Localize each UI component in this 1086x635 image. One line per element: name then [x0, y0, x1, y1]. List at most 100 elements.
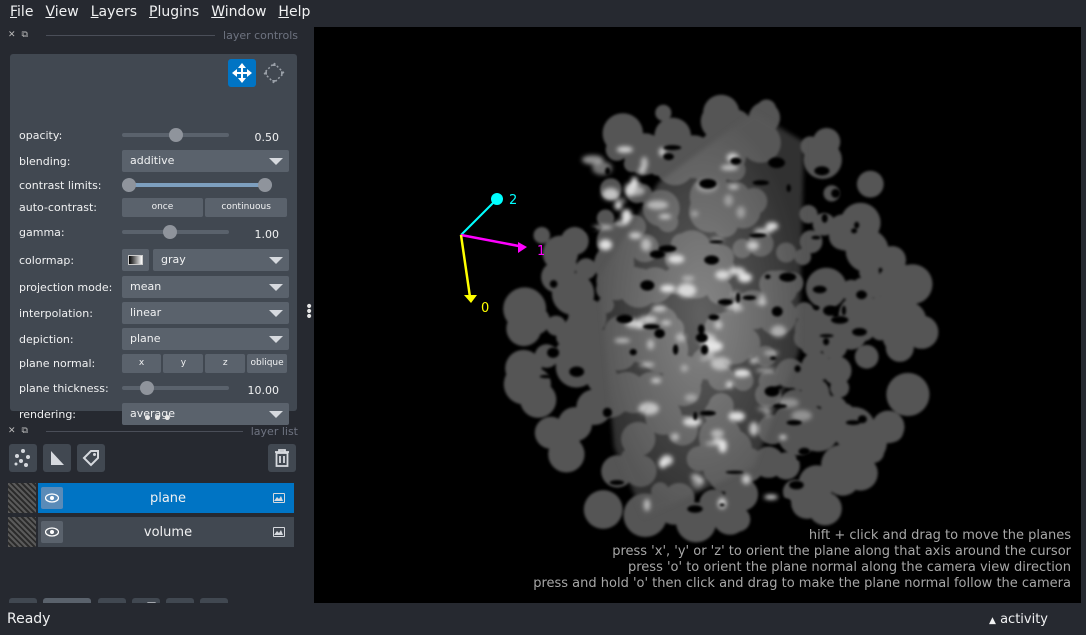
projection-mode-select[interactable]: mean	[122, 276, 289, 298]
bright-spot	[643, 498, 651, 511]
visibility-toggle[interactable]	[41, 521, 63, 543]
bright-spot	[670, 433, 680, 441]
plane-normal-oblique-button[interactable]: oblique	[247, 353, 287, 373]
gamma-slider-handle[interactable]	[163, 225, 178, 239]
bright-spot	[728, 267, 746, 276]
bright-spot	[736, 206, 746, 219]
cell-blob	[552, 429, 580, 458]
gradient-swatch-icon	[128, 255, 143, 265]
interpolation-select[interactable]: linear	[122, 302, 289, 324]
plane-thickness-slider[interactable]	[122, 377, 229, 399]
layer-item-volume[interactable]: volume	[8, 517, 294, 547]
gamma-slider[interactable]	[122, 221, 229, 243]
cell-blob	[886, 372, 930, 417]
new-points-layer-button[interactable]	[9, 444, 37, 472]
contrast-limits-row: contrast limits:	[19, 174, 289, 196]
projection-mode-row: projection mode: mean	[19, 276, 289, 298]
gap	[719, 503, 725, 507]
bright-spot	[696, 478, 704, 483]
menu-view[interactable]: View	[39, 4, 84, 20]
colormap-row: colormap: gray	[19, 249, 289, 271]
bright-spot	[749, 422, 759, 436]
depiction-row: depiction: plane	[19, 328, 289, 350]
colormap-preview[interactable]	[122, 249, 149, 271]
z-axis-label: 2	[509, 193, 517, 208]
cell-blob	[830, 378, 850, 398]
float-dock-icon[interactable]: ⧉	[22, 426, 28, 436]
colormap-select[interactable]: gray	[153, 249, 289, 271]
gap	[649, 250, 665, 259]
menu-file[interactable]: File	[4, 4, 39, 20]
cell-blob	[583, 490, 623, 529]
gap	[654, 328, 665, 339]
auto-contrast-once-button[interactable]: once	[121, 197, 204, 217]
delete-layer-button[interactable]	[268, 444, 296, 472]
bright-spot	[660, 320, 672, 326]
plane-normal-z-button[interactable]: z	[205, 353, 246, 373]
bright-spot	[638, 315, 658, 324]
left-dock: ✕ ⧉ layer controls opacity: 0.50 blending…	[0, 27, 306, 626]
menu-layers[interactable]: Layers	[85, 4, 143, 20]
new-labels-layer-button[interactable]	[77, 444, 105, 472]
bright-spot	[741, 474, 751, 485]
cell-blob	[772, 452, 800, 480]
gap	[695, 333, 708, 343]
plane-normal-label: plane normal:	[19, 356, 96, 370]
blending-select[interactable]: additive	[122, 150, 289, 172]
panel-splitter[interactable]: • • •	[305, 300, 313, 324]
close-dock-icon[interactable]: ✕	[8, 30, 16, 40]
close-dock-icon[interactable]: ✕	[8, 426, 16, 436]
menu-window[interactable]: Window	[205, 4, 272, 20]
bright-spot	[677, 283, 697, 298]
layer-controls-title: layer controls	[223, 28, 298, 42]
layer-name[interactable]: volume	[63, 525, 273, 540]
bright-spot	[640, 156, 648, 171]
bright-spot	[652, 305, 667, 312]
gap	[730, 157, 742, 165]
auto-contrast-continuous-button[interactable]: continuous	[205, 197, 287, 217]
opacity-slider-handle[interactable]	[168, 128, 183, 142]
plane-normal-x-button[interactable]: x	[121, 353, 162, 373]
bright-spot	[615, 197, 627, 204]
activity-button[interactable]: ▲ activity	[989, 612, 1048, 627]
gap	[616, 314, 633, 324]
gap	[821, 213, 828, 223]
contrast-limits-slider[interactable]	[122, 174, 272, 196]
bright-spot	[680, 364, 689, 372]
auto-contrast-row: auto-contrast: once continuous	[19, 196, 289, 218]
gap	[764, 274, 771, 280]
visibility-toggle[interactable]	[41, 487, 63, 509]
image-layer-icon	[273, 527, 285, 537]
gap	[841, 305, 847, 316]
viewer-canvas[interactable]: 2 1 0 hift + click and drag to move the …	[314, 27, 1081, 603]
layer-item-plane[interactable]: plane	[8, 483, 294, 513]
menu-plugins[interactable]: Plugins	[143, 4, 205, 20]
float-dock-icon[interactable]: ⧉	[22, 30, 28, 40]
blending-label: blending:	[19, 154, 71, 168]
opacity-slider[interactable]	[122, 124, 229, 146]
opacity-label: opacity:	[19, 128, 63, 142]
contrast-low-handle[interactable]	[122, 178, 136, 192]
menu-help[interactable]: Help	[272, 4, 316, 20]
bright-spot	[646, 339, 655, 350]
transform-mode-button[interactable]	[260, 59, 288, 87]
z-axis-line	[460, 198, 498, 236]
plane-thickness-handle[interactable]	[139, 381, 154, 395]
bright-spot	[660, 284, 676, 293]
bright-spot	[711, 429, 724, 438]
gamma-label: gamma:	[19, 225, 65, 239]
layer-name[interactable]: plane	[63, 491, 273, 506]
chevron-down-icon	[269, 336, 283, 343]
chevron-down-icon	[269, 411, 283, 418]
pan-zoom-mode-button[interactable]	[228, 59, 256, 87]
transform-icon	[263, 62, 285, 84]
bright-spot	[718, 439, 727, 453]
plane-normal-y-button[interactable]: y	[163, 353, 204, 373]
contrast-high-handle[interactable]	[258, 178, 272, 192]
new-shapes-layer-button[interactable]	[43, 444, 71, 472]
status-text: Ready	[7, 611, 51, 627]
depiction-select[interactable]: plane	[122, 328, 289, 350]
gap	[699, 178, 717, 189]
gap	[851, 228, 858, 234]
cell-blob	[596, 209, 615, 227]
